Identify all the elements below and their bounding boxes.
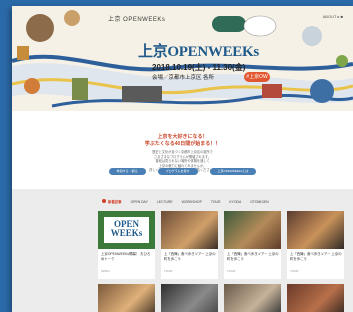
webpage: 上京 OPENWEEKs ABOUT ▸ ■ 上京OPENWEEKs 2018.… — [12, 6, 353, 312]
event-dates: 2018.10.19(土) - 11.30(金) — [152, 63, 246, 72]
intro-headline-line-2: 学ぶたくなる40日間が始まる！！ — [144, 141, 221, 147]
article-card[interactable]: OPEN WEEKs 上京OPENWEEKs開幕！ おひろめトーク OPEN — [98, 211, 155, 279]
tab-otomigen[interactable]: OTOMIGEN — [250, 200, 268, 204]
tab-open-day[interactable]: OPEN DAY — [131, 200, 148, 204]
intro-headline: 上京を大好きになる！ 学ぶたくなる40日間が始まる！！ — [12, 134, 353, 148]
intro-buttons: 参加する・観る プログラムを探す 上京OPENWEEKsとは — [12, 168, 353, 175]
tab-lecture[interactable]: LECTURE — [157, 200, 173, 204]
about-button[interactable]: 上京OPENWEEKsとは — [209, 168, 257, 175]
intro-section: 上京を大好きになる！ 学ぶたくなる40日間が始まる！！ 歴史と文化が息づく京都市… — [12, 111, 353, 189]
tab-kyoda[interactable]: KYODA — [229, 200, 241, 204]
article-thumbnail — [161, 211, 218, 249]
article-title: 上「西陣」食べ歩きツアー 上京の町を歩こう — [227, 252, 279, 261]
article-thumbnail — [287, 211, 344, 249]
category-tabs: 新着記事 OPEN DAY LECTURE WORKSHOP TOUR KYOD… — [102, 199, 269, 204]
event-place: 会場／京都市上京区 各所 — [152, 75, 215, 81]
article-card[interactable] — [224, 284, 281, 312]
article-tag: OPEN — [101, 269, 110, 273]
tab-tour[interactable]: TOUR — [211, 200, 221, 204]
hero-banner: 上京 OPENWEEKs ABOUT ▸ ■ 上京OPENWEEKs 2018.… — [12, 6, 353, 111]
hashtag-badge: #上京OW — [244, 72, 270, 82]
article-tag: TOUR — [290, 269, 299, 273]
tab-new-articles[interactable]: 新着記事 — [102, 199, 122, 204]
tab-workshop[interactable]: WORKSHOP — [182, 200, 202, 204]
hero-nav[interactable]: ABOUT ▸ ■ — [323, 14, 343, 19]
article-title: 上「西陣」食べ歩きツアー 上京の町を歩こう — [164, 252, 216, 261]
article-card[interactable] — [161, 284, 218, 312]
article-tag: TOUR — [227, 269, 236, 273]
find-program-button[interactable]: プログラムを探す — [157, 168, 198, 175]
article-card[interactable]: 上「西陣」食べ歩きツアー 上京の町を歩こう TOUR — [161, 211, 218, 279]
hero-logo-small: 上京 OPENWEEKs — [108, 17, 166, 23]
hero-title: 上京OPENWEEKs — [138, 44, 259, 60]
article-card[interactable]: 上「西陣」食べ歩きツアー 上京の町を歩こう TOUR — [224, 211, 281, 279]
intro-headline-line-1: 上京を大好きになる！ — [157, 134, 208, 140]
logo-image: OPEN WEEKs — [104, 217, 149, 243]
article-card[interactable] — [98, 284, 155, 312]
bullet-icon — [102, 199, 106, 203]
article-card[interactable]: 上「西陣」食べ歩きツアー 上京の町を歩こう TOUR — [287, 211, 344, 279]
participate-button[interactable]: 参加する・観る — [108, 168, 146, 175]
article-title: 上「西陣」食べ歩きツアー 上京の町を歩こう — [290, 252, 342, 261]
article-title: 上京OPENWEEKs開幕！ おひろめトーク — [101, 252, 151, 261]
article-thumbnail: OPEN WEEKs — [98, 211, 155, 249]
articles-section: 新着記事 OPEN DAY LECTURE WORKSHOP TOUR KYOD… — [12, 189, 353, 312]
article-card[interactable] — [287, 284, 344, 312]
tab-label: 新着記事 — [108, 200, 122, 204]
article-thumbnail — [224, 211, 281, 249]
article-tag: TOUR — [164, 269, 173, 273]
